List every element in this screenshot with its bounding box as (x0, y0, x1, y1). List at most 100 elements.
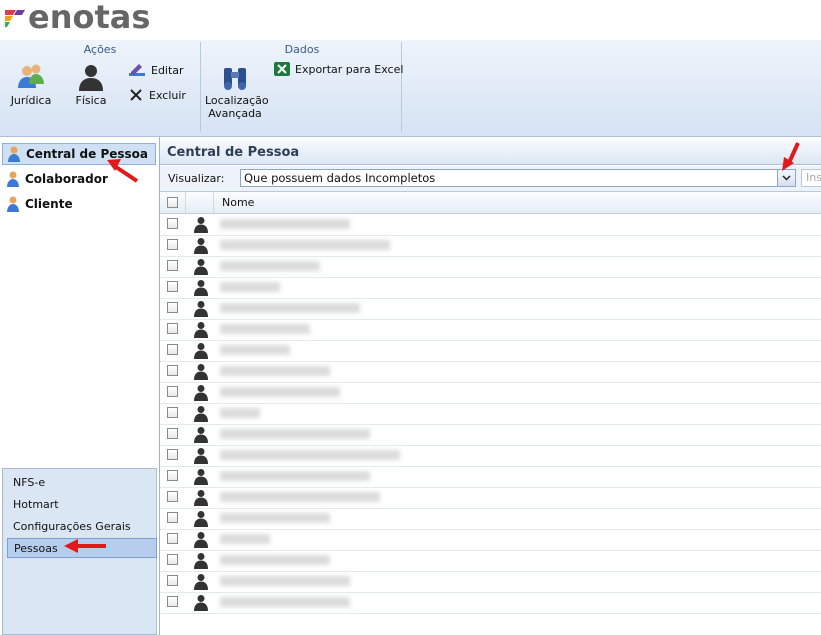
localizacao-avancada-button[interactable]: Localização Avançada (205, 62, 269, 120)
module-item-configuracoes-gerais[interactable]: Configurações Gerais (7, 516, 157, 536)
row-checkbox[interactable] (167, 386, 178, 397)
table-row[interactable] (160, 487, 821, 509)
person-silhouette-icon (194, 280, 208, 296)
sidebar-item-cliente[interactable]: Cliente (2, 193, 156, 215)
redacted-name (220, 219, 350, 229)
redacted-name (220, 345, 290, 355)
column-header-nome[interactable]: Nome (222, 196, 254, 209)
row-checkbox[interactable] (167, 281, 178, 292)
ribbon-group-title-acoes: Ações (83, 43, 117, 56)
row-checkbox[interactable] (167, 470, 178, 481)
row-checkbox[interactable] (167, 239, 178, 250)
select-all-cell (160, 192, 186, 213)
redacted-name (220, 450, 400, 460)
juridica-button[interactable]: Jurídica (6, 62, 56, 107)
editar-label: Editar (151, 63, 184, 77)
view-filter-select[interactable]: Que possuem dados Incompletos (240, 169, 821, 187)
row-checkbox-cell (167, 428, 178, 439)
redacted-name (220, 576, 350, 586)
person-silhouette-icon (194, 217, 208, 233)
table-row[interactable] (160, 571, 821, 593)
excel-icon (274, 62, 290, 76)
table-row[interactable] (160, 550, 821, 572)
redacted-name (220, 513, 330, 523)
enotas-logo-mark-icon (5, 10, 25, 27)
row-checkbox-cell (167, 575, 178, 586)
row-checkbox-cell (167, 365, 178, 376)
grid-header: Nome (160, 192, 821, 214)
left-navigation: Central de Pessoa Colaborador Cliente NF… (0, 137, 160, 635)
sidebar-item-label: Cliente (25, 197, 73, 211)
row-checkbox[interactable] (167, 407, 178, 418)
redacted-name (220, 471, 370, 481)
row-checkbox[interactable] (167, 365, 178, 376)
row-checkbox[interactable] (167, 575, 178, 586)
person-silhouette-icon (194, 406, 208, 422)
editar-button[interactable]: Editar (128, 62, 184, 78)
row-checkbox-cell (167, 512, 178, 523)
table-row[interactable] (160, 298, 821, 320)
row-checkbox[interactable] (167, 218, 178, 229)
row-checkbox[interactable] (167, 596, 178, 607)
person-silhouette-icon (194, 385, 208, 401)
brand-name: enotas (28, 0, 151, 36)
table-row[interactable] (160, 466, 821, 488)
view-filter-value: Que possuem dados Incompletos (240, 169, 796, 187)
table-row[interactable] (160, 214, 821, 236)
row-checkbox[interactable] (167, 533, 178, 544)
row-checkbox-cell (167, 323, 178, 334)
exportar-excel-button[interactable]: Exportar para Excel (274, 62, 403, 76)
row-checkbox-cell (167, 239, 178, 250)
table-row[interactable] (160, 277, 821, 299)
table-row[interactable] (160, 529, 821, 551)
row-checkbox[interactable] (167, 428, 178, 439)
row-checkbox[interactable] (167, 344, 178, 355)
chevron-down-icon (782, 175, 791, 181)
table-row[interactable] (160, 445, 821, 467)
row-checkbox[interactable] (167, 449, 178, 460)
exportar-label: Exportar para Excel (295, 62, 404, 76)
redacted-name (220, 240, 390, 250)
row-checkbox[interactable] (167, 491, 178, 502)
row-checkbox[interactable] (167, 260, 178, 271)
search-input[interactable]: Ins (801, 169, 821, 187)
module-item-nfse[interactable]: NFS-e (7, 472, 157, 492)
row-checkbox-cell (167, 344, 178, 355)
person-silhouette-icon (194, 301, 208, 317)
table-row[interactable] (160, 235, 821, 257)
row-checkbox-cell (167, 533, 178, 544)
row-checkbox[interactable] (167, 554, 178, 565)
person-icon (7, 171, 19, 187)
table-row[interactable] (160, 382, 821, 404)
person-silhouette-icon (194, 364, 208, 380)
row-checkbox[interactable] (167, 323, 178, 334)
binoculars-icon (224, 68, 246, 90)
table-row[interactable] (160, 424, 821, 446)
person-silhouette-icon (194, 427, 208, 443)
table-row[interactable] (160, 508, 821, 530)
table-row[interactable] (160, 319, 821, 341)
row-checkbox[interactable] (167, 512, 178, 523)
excluir-button[interactable]: Excluir (128, 87, 186, 103)
redacted-name (220, 597, 350, 607)
fisica-button[interactable]: Física (68, 62, 114, 107)
select-all-checkbox[interactable] (167, 197, 178, 208)
annotation-arrow-icon (64, 539, 106, 553)
module-item-hotmart[interactable]: Hotmart (7, 494, 157, 514)
row-checkbox-cell (167, 554, 178, 565)
person-silhouette-icon (194, 511, 208, 527)
row-checkbox[interactable] (167, 302, 178, 313)
ribbon-toolbar: Ações Dados Jurídica Física Editar Exclu… (0, 40, 821, 137)
table-row[interactable] (160, 361, 821, 383)
row-checkbox-cell (167, 218, 178, 229)
table-row[interactable] (160, 592, 821, 614)
table-row[interactable] (160, 256, 821, 278)
sidebar-item-label: Colaborador (25, 172, 108, 186)
row-checkbox-cell (167, 470, 178, 481)
person-silhouette-icon (194, 448, 208, 464)
table-row[interactable] (160, 340, 821, 362)
people-grid: Nome (160, 192, 821, 635)
table-row[interactable] (160, 403, 821, 425)
person-silhouette-icon (194, 553, 208, 569)
row-checkbox-cell (167, 281, 178, 292)
